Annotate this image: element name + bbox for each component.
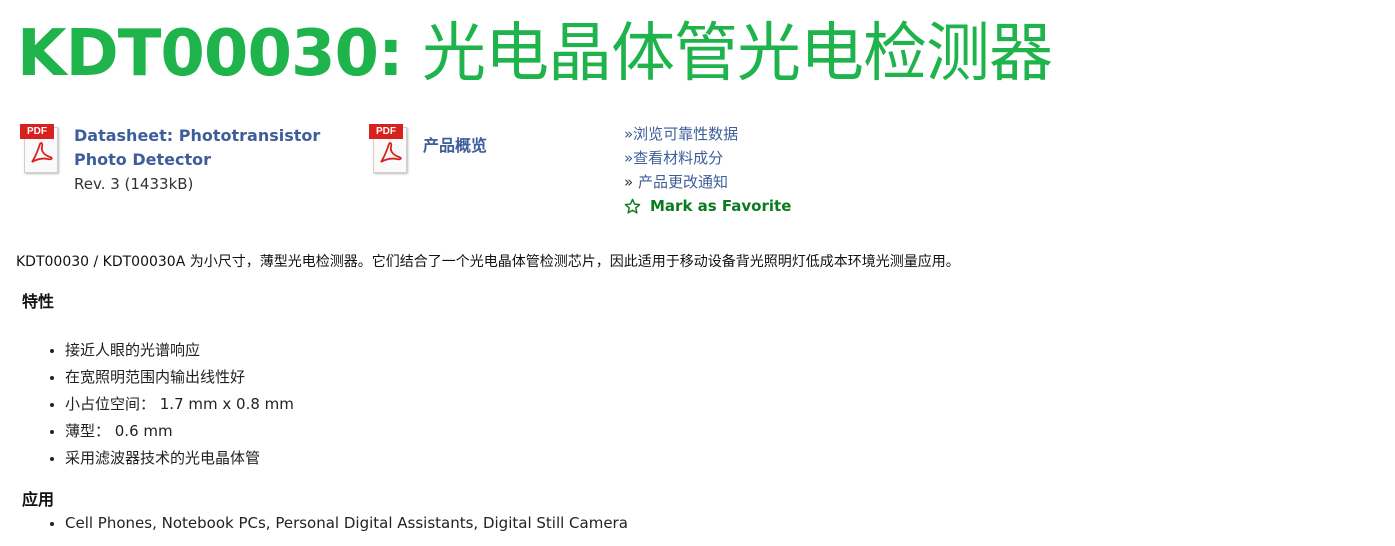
features-heading: 特性 bbox=[22, 292, 55, 311]
list-item: 接近人眼的光谱响应 bbox=[65, 337, 294, 364]
title-code: KDT00030: bbox=[17, 17, 404, 91]
pdf-icon-label: PDF bbox=[20, 124, 54, 139]
datasheet-link-line1: Datasheet: Phototransistor bbox=[74, 126, 321, 145]
pcn-link[interactable]: 产品更改通知 bbox=[638, 173, 728, 191]
list-item: 采用滤波器技术的光电晶体管 bbox=[65, 445, 294, 472]
applications-list: Cell Phones, Notebook PCs, Personal Digi… bbox=[0, 510, 628, 537]
list-item: 小占位空间： 1.7 mm x 0.8 mm bbox=[65, 391, 294, 418]
materials-link[interactable]: »查看材料成分 bbox=[624, 146, 791, 170]
page-title: KDT00030: 光电晶体管光电检测器 bbox=[17, 14, 1053, 94]
pdf-icon[interactable]: PDF bbox=[20, 124, 58, 173]
datasheet-doc: PDF Datasheet: Phototransistor Photo Det… bbox=[20, 124, 320, 196]
side-links: »浏览可靠性数据 »查看材料成分 » 产品更改通知 Mark as Favori… bbox=[624, 122, 791, 218]
pdf-icon-label: PDF bbox=[369, 124, 403, 139]
datasheet-link-line2: Photo Detector bbox=[74, 150, 211, 169]
product-description: KDT00030 / KDT00030A 为小尺寸，薄型光电检测器。它们结合了一… bbox=[16, 254, 960, 270]
reliability-link[interactable]: »浏览可靠性数据 bbox=[624, 122, 791, 146]
list-item: 在宽照明范围内输出线性好 bbox=[65, 364, 294, 391]
star-icon bbox=[624, 198, 641, 214]
list-item: 薄型： 0.6 mm bbox=[65, 418, 294, 445]
datasheet-rev: Rev. 3 (1433kB) bbox=[74, 175, 194, 193]
pcn-row: » 产品更改通知 bbox=[624, 170, 791, 194]
pcn-prefix: » bbox=[624, 173, 638, 191]
overview-link[interactable]: 产品概览 bbox=[423, 134, 487, 158]
mark-favorite-button[interactable]: Mark as Favorite bbox=[624, 194, 791, 218]
title-name: 光电晶体管光电检测器 bbox=[402, 17, 1053, 91]
datasheet-link[interactable]: Datasheet: Phototransistor Photo Detecto… bbox=[74, 124, 320, 172]
features-list: 接近人眼的光谱响应 在宽照明范围内输出线性好 小占位空间： 1.7 mm x 0… bbox=[0, 337, 294, 472]
mark-favorite-label: Mark as Favorite bbox=[650, 197, 792, 215]
overview-doc: PDF 产品概览 bbox=[369, 124, 487, 173]
product-page: KDT00030: 光电晶体管光电检测器 PDF Datasheet: Phot… bbox=[0, 0, 1395, 546]
applications-heading: 应用 bbox=[22, 490, 55, 509]
list-item: Cell Phones, Notebook PCs, Personal Digi… bbox=[65, 510, 628, 537]
pdf-icon[interactable]: PDF bbox=[369, 124, 407, 173]
